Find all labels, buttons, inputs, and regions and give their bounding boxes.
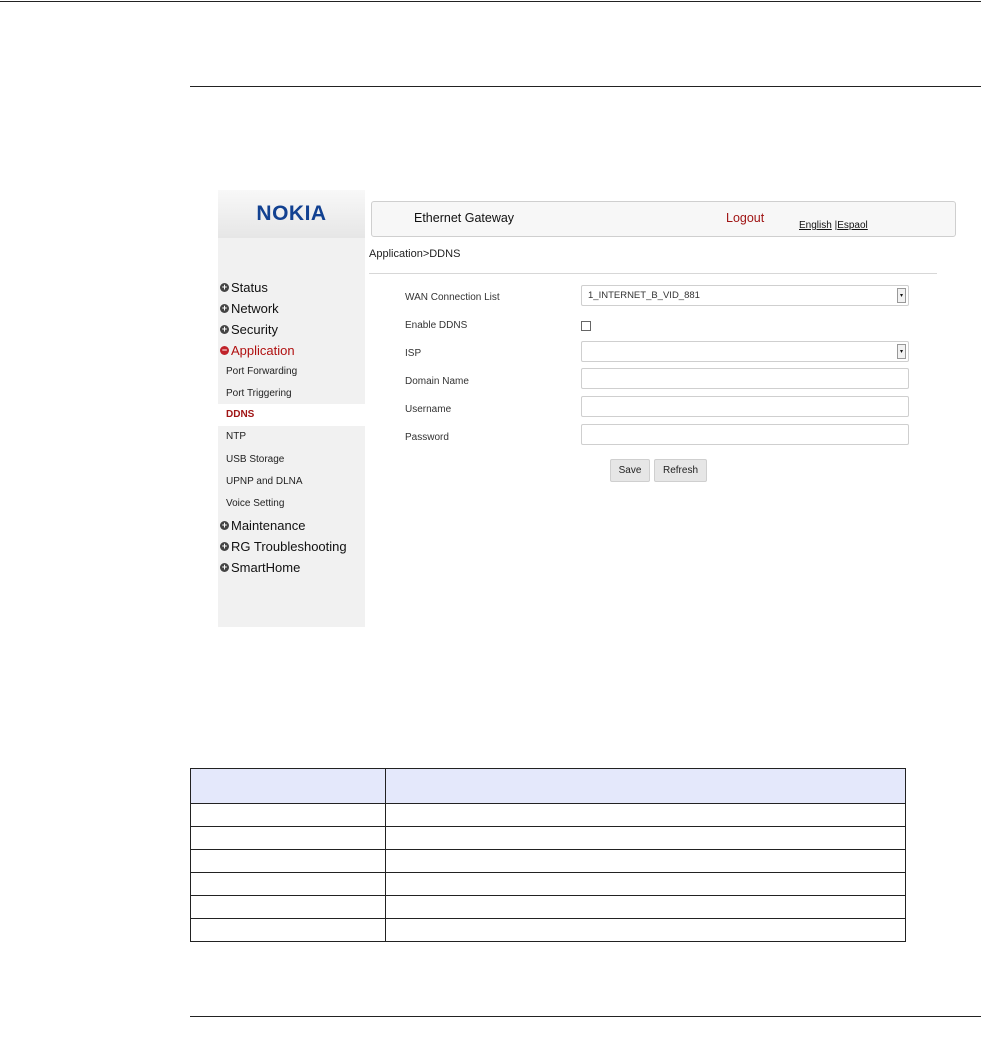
nav-smarthome[interactable]: + SmartHome xyxy=(220,558,300,576)
nav-application[interactable]: − Application xyxy=(220,341,295,359)
enable-ddns-label: Enable DDNS xyxy=(405,320,468,331)
nav-status[interactable]: + Status xyxy=(220,278,268,296)
table-cell xyxy=(190,803,386,827)
nav-rg-troubleshooting[interactable]: + RG Troubleshooting xyxy=(220,537,347,555)
plus-icon: + xyxy=(220,302,229,313)
sidebar: NOKIA + Status + Network + Security − Applic… xyxy=(218,190,365,627)
username-input[interactable] xyxy=(581,396,909,417)
header-rule xyxy=(190,86,981,87)
isp-select[interactable]: ▾ xyxy=(581,341,909,362)
table-cell xyxy=(385,872,906,896)
english-link[interactable]: English xyxy=(799,220,832,231)
table-cell xyxy=(385,849,906,873)
breadcrumb-divider xyxy=(369,273,937,274)
nokia-logo: NOKIA xyxy=(256,202,327,225)
table-cell xyxy=(385,895,906,919)
table-header-row xyxy=(190,768,906,804)
username-label: Username xyxy=(405,404,452,415)
wan-connection-value: 1_INTERNET_B_VID_881 xyxy=(588,290,700,301)
table-row xyxy=(190,895,906,919)
table-row xyxy=(190,872,906,896)
table-header-cell xyxy=(190,768,386,804)
table-row xyxy=(190,849,906,873)
nav-port-forwarding[interactable]: Port Forwarding xyxy=(226,364,297,380)
plus-icon: + xyxy=(220,561,229,572)
breadcrumb: Application>DDNS xyxy=(369,248,461,260)
plus-icon: + xyxy=(220,519,229,530)
table-cell xyxy=(385,803,906,827)
table-row xyxy=(190,826,906,850)
table-cell xyxy=(190,826,386,850)
nav-ddns[interactable]: DDNS xyxy=(226,407,254,423)
parameter-table xyxy=(190,768,906,942)
save-button[interactable]: Save xyxy=(610,459,650,482)
table-cell xyxy=(190,918,386,942)
logout-link[interactable]: Logout xyxy=(726,211,764,225)
table-header-cell xyxy=(385,768,906,804)
dropdown-arrow-icon: ▾ xyxy=(897,288,906,303)
domain-name-input[interactable] xyxy=(581,368,909,389)
table-cell xyxy=(385,826,906,850)
isp-label: ISP xyxy=(405,348,422,359)
gateway-screenshot: NOKIA + Status + Network + Security − Applic… xyxy=(218,190,956,627)
header-bar: Ethernet Gateway Logout English |Espaol xyxy=(371,201,956,237)
nav-ntp[interactable]: NTP xyxy=(226,429,246,445)
nav-network[interactable]: + Network xyxy=(220,299,279,317)
domain-name-label: Domain Name xyxy=(405,376,469,387)
language-switch: English |Espaol xyxy=(799,220,868,231)
nav-port-triggering[interactable]: Port Triggering xyxy=(226,386,292,402)
table-cell xyxy=(385,918,906,942)
plus-icon: + xyxy=(220,540,229,551)
plus-icon: + xyxy=(220,281,229,292)
enable-ddns-checkbox[interactable] xyxy=(581,321,591,331)
password-input[interactable] xyxy=(581,424,909,445)
refresh-button[interactable]: Refresh xyxy=(654,459,707,482)
top-rule xyxy=(0,1,981,2)
dropdown-arrow-icon: ▾ xyxy=(897,344,906,359)
password-label: Password xyxy=(405,432,449,443)
nav-voice-setting[interactable]: Voice Setting xyxy=(226,496,284,512)
nav-security[interactable]: + Security xyxy=(220,320,278,338)
table-cell xyxy=(190,849,386,873)
logo-area: NOKIA xyxy=(218,190,365,238)
nav-maintenance[interactable]: + Maintenance xyxy=(220,516,305,534)
wan-connection-select[interactable]: 1_INTERNET_B_VID_881 ▾ xyxy=(581,285,909,306)
footer-rule xyxy=(190,1016,981,1017)
nav-upnp-dlna[interactable]: UPNP and DLNA xyxy=(226,474,303,490)
plus-icon: + xyxy=(220,323,229,334)
wan-connection-label: WAN Connection List xyxy=(405,292,500,303)
espanol-link[interactable]: Espaol xyxy=(837,220,868,231)
table-cell xyxy=(190,872,386,896)
table-row xyxy=(190,803,906,827)
nav-usb-storage[interactable]: USB Storage xyxy=(226,452,284,468)
gateway-title: Ethernet Gateway xyxy=(414,211,515,225)
minus-icon: − xyxy=(220,344,229,355)
table-cell xyxy=(190,895,386,919)
table-row xyxy=(190,918,906,942)
